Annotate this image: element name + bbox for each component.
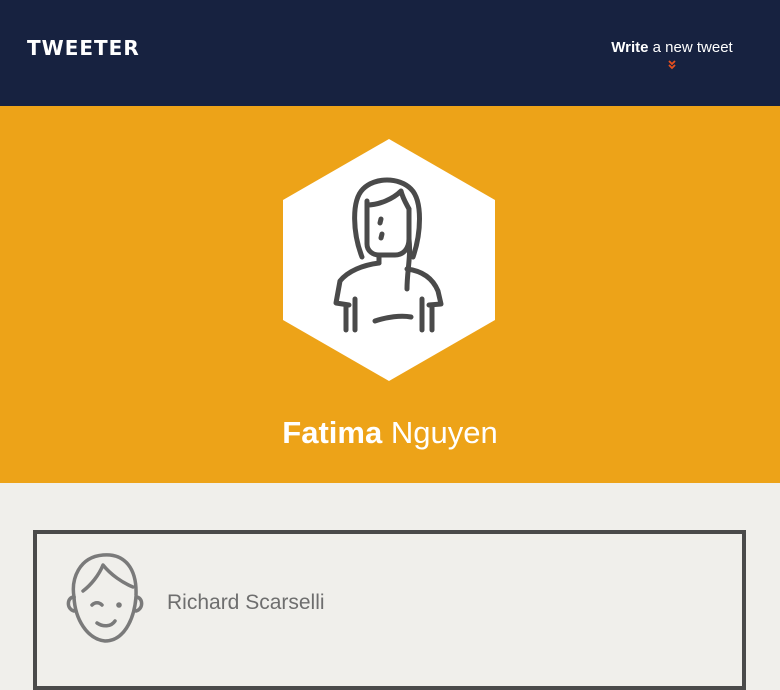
winking-man-avatar-icon bbox=[66, 553, 144, 643]
profile-name: Fatima Nguyen bbox=[0, 415, 780, 451]
profile-avatar bbox=[283, 139, 495, 381]
write-new-tweet-label-strong: Write bbox=[611, 39, 649, 56]
top-nav-bar: TWEETER Write a new tweet bbox=[0, 0, 780, 106]
write-new-tweet-button[interactable]: Write a new tweet bbox=[604, 39, 740, 71]
profile-banner: Fatima Nguyen bbox=[0, 106, 780, 483]
write-new-tweet-label: Write a new tweet bbox=[604, 39, 740, 56]
double-chevron-down-icon bbox=[668, 60, 676, 70]
profile-last-name: Nguyen bbox=[382, 415, 498, 450]
app-logo[interactable]: TWEETER bbox=[27, 36, 140, 60]
profile-first-name: Fatima bbox=[282, 415, 383, 450]
tweet-card: Richard Scarselli bbox=[33, 530, 746, 690]
write-new-tweet-label-rest: a new tweet bbox=[648, 39, 733, 56]
tweet-author-name[interactable]: Richard Scarselli bbox=[167, 591, 325, 615]
